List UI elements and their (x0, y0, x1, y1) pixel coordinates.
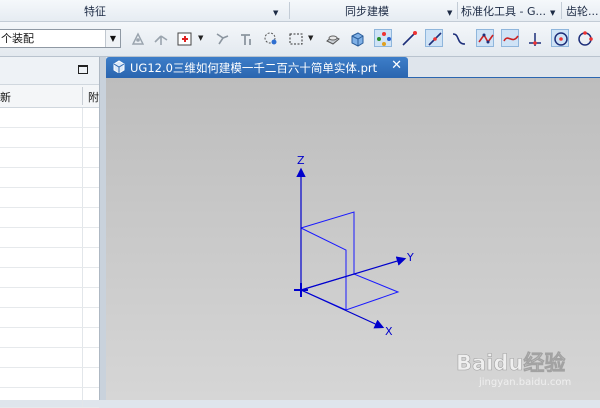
column-header: 新 附 (0, 85, 99, 108)
line-midpoint-icon[interactable] (425, 29, 443, 47)
watermark-url: jingyan.baidu.com (478, 377, 571, 388)
select-region-icon[interactable] (176, 30, 194, 48)
group-gear-label: 齿轮... (566, 5, 599, 18)
x-axis (300, 289, 385, 329)
intersection-point-icon[interactable] (526, 30, 544, 48)
chevron-down-icon[interactable]: ▼ (308, 34, 313, 42)
y-axis (300, 256, 407, 291)
group-sync-modeling-label: 同步建模 (345, 5, 389, 18)
cell-divider (82, 208, 83, 227)
panel-rows (0, 108, 99, 408)
list-item[interactable] (0, 168, 99, 188)
group-sync-modeling[interactable]: 同步建模 (345, 0, 389, 21)
line-endpoint-icon[interactable] (400, 30, 418, 48)
cell-divider (82, 148, 83, 167)
cell-divider (82, 368, 83, 387)
group-divider (289, 2, 290, 19)
snap-vertices-icon[interactable] (374, 29, 392, 47)
close-icon[interactable]: ✕ (391, 58, 402, 73)
list-item[interactable] (0, 108, 99, 128)
panel-header (0, 57, 99, 85)
spline-icon[interactable] (501, 29, 519, 47)
z-axis-label: Z (297, 154, 305, 167)
maximize-icon[interactable] (78, 65, 88, 74)
box-select-icon[interactable] (287, 30, 305, 48)
toolbar: 个装配 ▼ ▼ ▼ (0, 22, 600, 57)
control-point-icon[interactable] (476, 29, 494, 47)
cell-divider (82, 388, 83, 407)
model-scene: Z Y X Baidu经验 jingyan.baidu.com (294, 154, 572, 388)
list-item[interactable] (0, 388, 99, 408)
group-standard-tools[interactable]: 标准化工具 - G... (461, 0, 546, 21)
arc-center-icon[interactable] (551, 29, 569, 47)
list-item[interactable] (0, 328, 99, 348)
cell-divider (82, 128, 83, 147)
point-constructor-icon[interactable] (262, 30, 280, 48)
watermark: Baidu经验 jingyan.baidu.com (456, 351, 572, 388)
group-features-label: 特征 (84, 5, 106, 18)
origin-icon (294, 283, 308, 297)
transform-icon[interactable] (213, 30, 231, 48)
assembly-scope-value: 个装配 (1, 32, 34, 45)
list-item[interactable] (0, 288, 99, 308)
cell-divider (82, 288, 83, 307)
cell-divider (82, 328, 83, 347)
chevron-down-icon[interactable]: ▼ (198, 34, 203, 42)
group-gear[interactable]: 齿轮... (566, 0, 599, 21)
cell-divider (82, 108, 83, 127)
reposition-icon[interactable] (237, 30, 255, 48)
group-divider (561, 2, 562, 19)
csys-triad (294, 167, 407, 329)
part-file-icon (113, 60, 125, 73)
group-divider (457, 2, 458, 19)
resource-panel: 新 附 (0, 57, 100, 408)
list-item[interactable] (0, 228, 99, 248)
shaded-view-icon[interactable] (324, 30, 342, 48)
chevron-down-icon[interactable]: ▼ (105, 30, 120, 47)
snap-point-icon[interactable] (129, 30, 147, 48)
move-component-icon[interactable] (152, 30, 170, 48)
document-tab-title: UG12.0三维如何建模一千二百六十简单实体.prt (130, 61, 378, 75)
group-standard-tools-label: 标准化工具 - G... (461, 5, 546, 18)
list-item[interactable] (0, 128, 99, 148)
graphics-window[interactable]: Z Y X Baidu经验 jingyan.baidu.com (106, 78, 600, 400)
watermark-brand: Baidu经验 (456, 351, 565, 375)
solid-body-wireframe (300, 211, 400, 311)
list-item[interactable] (0, 348, 99, 368)
list-item[interactable] (0, 268, 99, 288)
cell-divider (82, 228, 83, 247)
column-attachment[interactable]: 附 (88, 89, 99, 105)
group-features[interactable]: 特征 (84, 0, 106, 21)
quadrant-point-icon[interactable] (576, 30, 594, 48)
cell-divider (82, 308, 83, 327)
list-item[interactable] (0, 308, 99, 328)
cell-divider (82, 188, 83, 207)
curve-icon[interactable] (450, 30, 468, 48)
list-item[interactable] (0, 148, 99, 168)
column-new[interactable]: 新 (0, 89, 11, 105)
list-item[interactable] (0, 188, 99, 208)
cell-divider (82, 248, 83, 267)
assembly-scope-select[interactable]: 个装配 ▼ (0, 29, 121, 48)
y-axis-label: Y (406, 251, 414, 264)
list-item[interactable] (0, 368, 99, 388)
ribbon-group-bar: 特征 ▼ 同步建模 ▼ 标准化工具 - G... ▼ 齿轮... (0, 0, 600, 22)
column-divider[interactable] (82, 87, 83, 105)
solid-view-icon[interactable] (348, 30, 366, 48)
cell-divider (82, 168, 83, 187)
document-tab[interactable]: UG12.0三维如何建模一千二百六十简单实体.prt ✕ (106, 57, 408, 77)
cell-divider (82, 348, 83, 367)
list-item[interactable] (0, 248, 99, 268)
cell-divider (82, 268, 83, 287)
list-item[interactable] (0, 208, 99, 228)
x-axis-label: X (385, 325, 393, 338)
